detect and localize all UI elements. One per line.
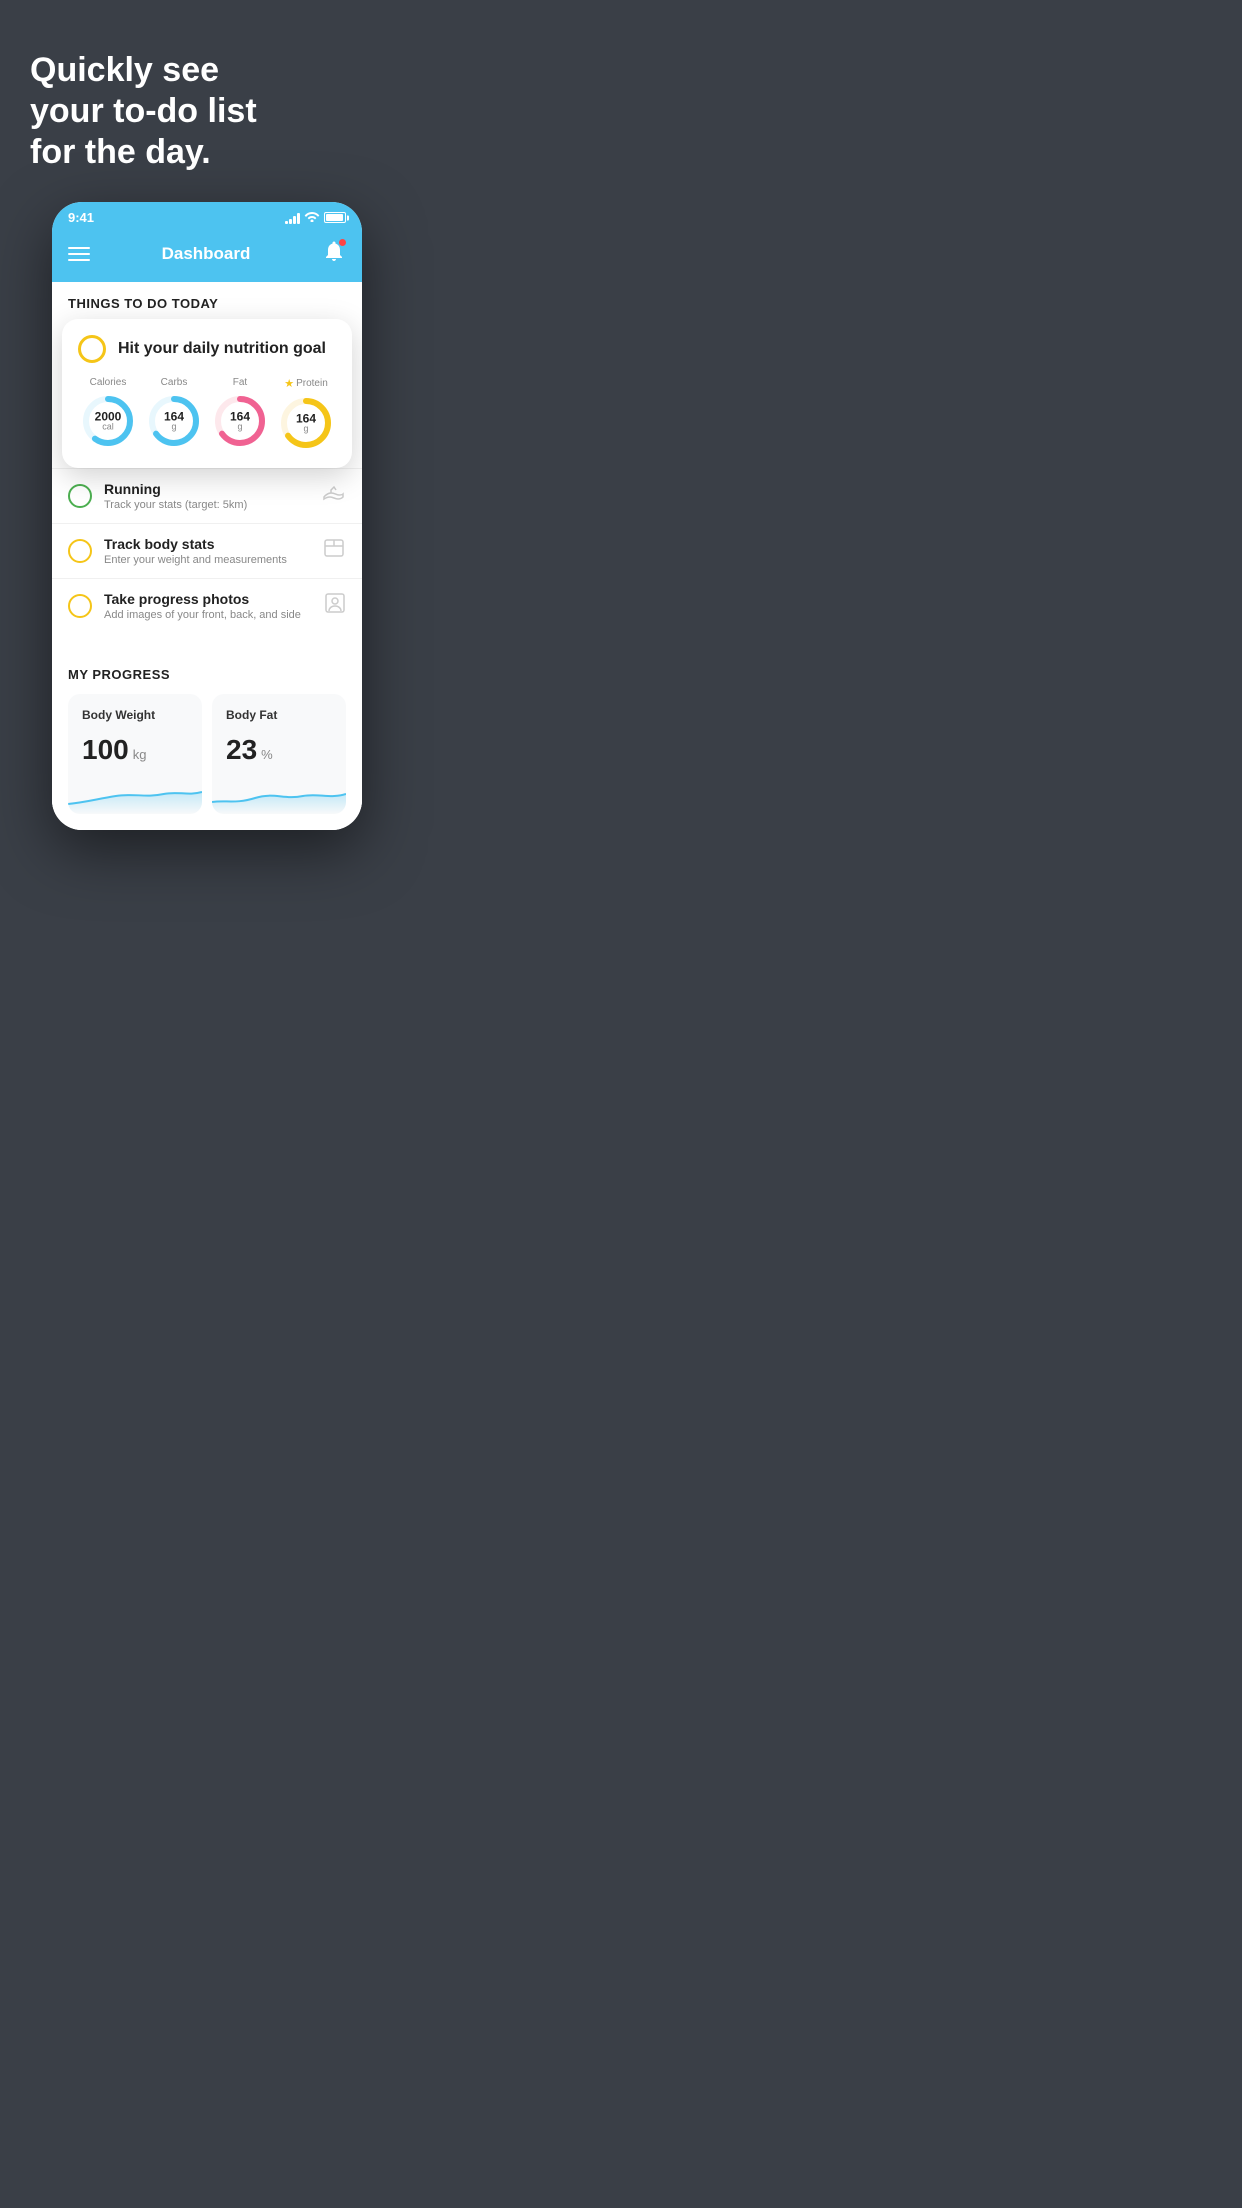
- todo-circle-body-stats: [68, 539, 92, 563]
- progress-title: MY PROGRESS: [68, 653, 346, 694]
- menu-button[interactable]: [68, 247, 90, 261]
- todo-text-body-stats: Track body stats Enter your weight and m…: [104, 536, 310, 566]
- app-body: THINGS TO DO TODAY Hit your daily nutrit…: [52, 282, 362, 830]
- hero-section: Quickly see your to-do list for the day.: [0, 0, 414, 202]
- nutrition-carbs: Carbs 164 g: [144, 377, 204, 452]
- nutrition-grid: Calories 2000 cal Carbs: [78, 377, 336, 452]
- todo-list: Running Track your stats (target: 5km) T…: [52, 468, 362, 633]
- todo-item-running[interactable]: Running Track your stats (target: 5km): [52, 468, 362, 523]
- protein-donut: 164 g: [277, 394, 335, 452]
- todo-item-body-stats[interactable]: Track body stats Enter your weight and m…: [52, 523, 362, 578]
- calories-unit: cal: [95, 423, 122, 432]
- phone-mockup: 9:41 Dashboard: [52, 202, 362, 830]
- todo-text-photos: Take progress photos Add images of your …: [104, 591, 312, 621]
- nutrition-card-title: Hit your daily nutrition goal: [118, 340, 326, 358]
- things-todo-title: THINGS TO DO TODAY: [52, 282, 362, 319]
- progress-cards: Body Weight 100 kg: [68, 694, 346, 814]
- body-fat-card[interactable]: Body Fat 23 %: [212, 694, 346, 814]
- star-icon: ★: [284, 377, 294, 390]
- status-icons: [285, 210, 346, 225]
- notifications-button[interactable]: [322, 239, 346, 268]
- scale-icon: [322, 537, 346, 565]
- signal-icon: [285, 212, 300, 224]
- body-fat-card-title: Body Fat: [226, 708, 332, 722]
- running-title: Running: [104, 481, 310, 497]
- todo-circle-running: [68, 484, 92, 508]
- body-stats-title: Track body stats: [104, 536, 310, 552]
- nutrition-fat: Fat 164 g: [210, 377, 270, 452]
- todo-text-running: Running Track your stats (target: 5km): [104, 481, 310, 511]
- time-display: 9:41: [68, 210, 94, 225]
- body-weight-unit: kg: [133, 747, 147, 762]
- wifi-icon: [304, 210, 320, 225]
- photos-title: Take progress photos: [104, 591, 312, 607]
- calories-label: Calories: [90, 377, 127, 388]
- fat-donut: 164 g: [211, 392, 269, 450]
- fat-unit: g: [230, 423, 250, 432]
- body-fat-chart: [212, 774, 346, 814]
- body-weight-card[interactable]: Body Weight 100 kg: [68, 694, 202, 814]
- shoe-icon: [322, 483, 346, 509]
- protein-label: ★ Protein: [284, 377, 328, 390]
- hero-title: Quickly see your to-do list for the day.: [30, 50, 384, 172]
- body-weight-value: 100: [82, 734, 129, 766]
- carbs-unit: g: [164, 423, 184, 432]
- nutrition-card: Hit your daily nutrition goal Calories 2…: [62, 319, 352, 468]
- todo-circle-photos: [68, 594, 92, 618]
- carbs-donut: 164 g: [145, 392, 203, 450]
- body-stats-subtitle: Enter your weight and measurements: [104, 554, 310, 566]
- header-title: Dashboard: [162, 244, 251, 264]
- body-weight-card-title: Body Weight: [82, 708, 188, 722]
- progress-section: MY PROGRESS Body Weight 100 kg: [52, 653, 362, 830]
- nutrition-protein: ★ Protein 164 g: [276, 377, 336, 452]
- carbs-label: Carbs: [161, 377, 188, 388]
- fat-label: Fat: [233, 377, 247, 388]
- body-fat-unit: %: [261, 747, 273, 762]
- nutrition-calories: Calories 2000 cal: [78, 377, 138, 452]
- status-bar: 9:41: [52, 202, 362, 229]
- running-subtitle: Track your stats (target: 5km): [104, 499, 310, 511]
- calories-donut: 2000 cal: [79, 392, 137, 450]
- person-icon: [324, 592, 346, 620]
- photos-subtitle: Add images of your front, back, and side: [104, 609, 312, 621]
- battery-icon: [324, 212, 346, 223]
- app-header: Dashboard: [52, 229, 362, 282]
- body-weight-value-row: 100 kg: [82, 734, 188, 766]
- todo-circle-nutrition[interactable]: [78, 335, 106, 363]
- body-weight-chart: [68, 774, 202, 814]
- protein-unit: g: [296, 425, 316, 434]
- body-fat-value: 23: [226, 734, 257, 766]
- body-fat-value-row: 23 %: [226, 734, 332, 766]
- card-header: Hit your daily nutrition goal: [78, 335, 336, 363]
- todo-item-photos[interactable]: Take progress photos Add images of your …: [52, 578, 362, 633]
